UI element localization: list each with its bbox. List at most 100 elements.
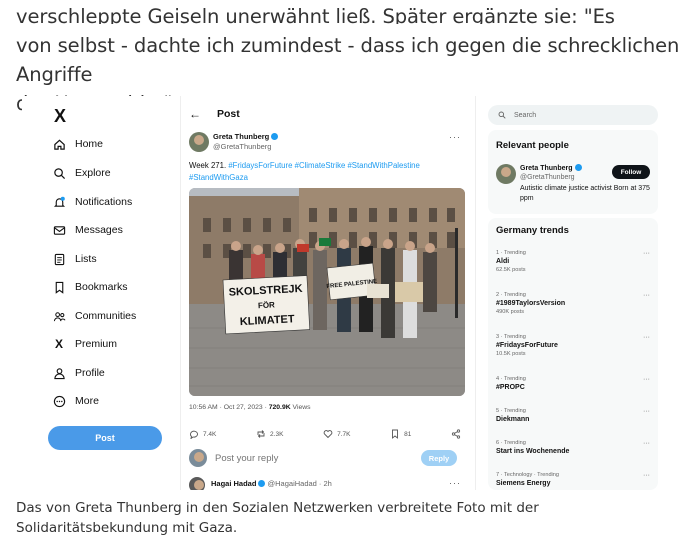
repost-action[interactable]: 2.3K (256, 428, 283, 440)
post-meta: 10:56 AM · Oct 27, 2023 · 720.9K Views (189, 404, 311, 411)
post-button[interactable]: Post (48, 426, 162, 450)
trend-more-icon[interactable]: ··· (643, 292, 650, 299)
trends-title: Germany trends (496, 225, 569, 236)
trend-title: #PROPC (496, 384, 525, 391)
relevant-person-handle: @GretaThunberg (520, 174, 575, 181)
trend-more-icon[interactable]: ··· (643, 408, 650, 415)
trend-title: Aldi (496, 258, 510, 265)
like-count: 7.7K (337, 430, 351, 438)
trend-more-icon[interactable]: ··· (643, 440, 650, 447)
post-text-plain: Week 271. (189, 161, 227, 170)
x-logo[interactable]: X (54, 106, 66, 127)
trend-title: Diekmann (496, 416, 530, 423)
relevant-person-avatar[interactable] (496, 164, 516, 184)
next-reply[interactable]: Hagai Hadad @HagaiHadad · 2h (211, 479, 332, 488)
nav-home[interactable]: Home (52, 134, 103, 154)
post-actions: 7.4K 2.3K 7.7K 81 (189, 428, 465, 440)
bookmark-count: 81 (404, 430, 412, 438)
reply-count: 7.4K (203, 430, 217, 438)
search-icon (52, 166, 66, 180)
post-author[interactable]: Greta Thunberg @GretaThunberg (213, 132, 279, 152)
nav-communities-label: Communities (75, 310, 137, 322)
photo-illustration: SKOLSTREJK FÖR KLIMATET FREE PALESTINE (189, 188, 465, 396)
trend-more-icon[interactable]: ··· (643, 472, 650, 479)
nav-premium-label: Premium (75, 338, 118, 350)
reply-input[interactable] (215, 452, 415, 464)
author-avatar[interactable] (189, 132, 209, 152)
nav-lists-label: Lists (75, 253, 97, 265)
nav-messages[interactable]: Messages (52, 220, 123, 240)
trend-count: 490K posts (496, 309, 524, 315)
heart-icon (323, 430, 333, 439)
left-navigation: X Home Explore Notifications Messages Li… (46, 96, 196, 490)
relevant-person[interactable]: Greta Thunberg @GretaThunberg (520, 164, 582, 182)
next-author-handle: @HagaiHadad · 2h (267, 479, 332, 488)
next-author-avatar[interactable] (189, 477, 205, 490)
bookmark-icon (392, 429, 399, 439)
trend-item[interactable]: 6 · Trending Start ins Wochenende ··· (496, 440, 650, 457)
bookmark-action[interactable]: 81 (390, 428, 411, 440)
post-photo[interactable]: SKOLSTREJK FÖR KLIMATET FREE PALESTINE (189, 188, 465, 396)
reply-button[interactable]: Reply (421, 450, 457, 466)
caption-line-2: Solidaritätsbekundung mit Gaza. (16, 520, 238, 536)
bell-icon (52, 195, 66, 209)
nav-notifications[interactable]: Notifications (52, 192, 132, 212)
search-icon (498, 111, 506, 119)
next-verified-badge-icon (258, 480, 266, 487)
nav-bookmarks-label: Bookmarks (75, 281, 128, 293)
trend-count: 62.5K posts (496, 267, 526, 273)
trend-item[interactable]: 1 · Trending Aldi 62.5K posts ··· (496, 250, 650, 274)
nav-profile[interactable]: Profile (52, 363, 105, 383)
search-bar[interactable]: Search (488, 105, 658, 125)
nav-explore-label: Explore (75, 167, 111, 179)
reply-icon (190, 430, 198, 439)
viewer-avatar (189, 449, 207, 467)
person-icon (52, 366, 66, 380)
trend-more-icon[interactable]: ··· (643, 376, 650, 383)
nav-explore[interactable]: Explore (52, 163, 111, 183)
post-hashtags-1[interactable]: #FridaysForFuture #ClimateStrike #StandW… (228, 161, 420, 170)
article-line-1: verschleppte Geiseln unerwähnt ließ. Spä… (16, 5, 615, 24)
post-more-icon[interactable]: ··· (449, 132, 461, 142)
trend-category: 2 · Trending (496, 292, 526, 298)
like-action[interactable]: 7.7K (323, 428, 350, 440)
repost-count: 2.3K (270, 430, 284, 438)
share-action[interactable] (451, 428, 465, 440)
search-placeholder: Search (514, 111, 537, 119)
nav-lists[interactable]: Lists (52, 249, 97, 269)
caption-line-1: Das von Greta Thunberg in den Sozialen N… (16, 500, 539, 516)
nav-communities[interactable]: Communities (52, 306, 136, 326)
post-hashtags-2[interactable]: #StandWithGaza (189, 172, 461, 184)
next-reply-more-icon[interactable]: ··· (449, 478, 461, 488)
trend-category: 3 · Trending (496, 334, 526, 340)
people-icon (52, 309, 66, 323)
trend-item[interactable]: 4 · Trending #PROPC ··· (496, 376, 650, 393)
trend-item[interactable]: 2 · Trending #1989TaylorsVersion 490K po… (496, 292, 650, 316)
trend-more-icon[interactable]: ··· (643, 334, 650, 341)
trend-item[interactable]: 3 · Trending #FridaysForFuture 10.5K pos… (496, 334, 650, 358)
nav-premium[interactable]: X Premium (52, 334, 117, 354)
post-header-title: Post (217, 108, 240, 120)
nav-home-label: Home (75, 138, 104, 150)
nav-more-label: More (75, 395, 99, 407)
nav-more[interactable]: More (52, 391, 99, 411)
bookmark-icon (52, 280, 66, 294)
trend-item[interactable]: 5 · Trending Diekmann ··· (496, 408, 650, 425)
relevant-person-bio: Autistic climate justice activist Born a… (520, 185, 650, 202)
relevant-people-title: Relevant people (496, 140, 569, 151)
follow-button[interactable]: Follow (612, 165, 650, 179)
trend-category: 1 · Trending (496, 250, 526, 256)
back-arrow-icon[interactable]: ← (189, 107, 201, 121)
trend-item[interactable]: 7 · Technology · Trending Siemens Energy… (496, 472, 650, 489)
nav-notifications-label: Notifications (75, 196, 133, 208)
x-icon: X (54, 337, 63, 351)
image-caption: Das von Greta Thunberg in den Sozialen N… (16, 498, 676, 538)
reply-composer: Reply (189, 448, 465, 468)
article-line-2: von selbst - dachte ich zumindest - dass… (16, 34, 680, 86)
trend-more-icon[interactable]: ··· (643, 250, 650, 257)
reply-action[interactable]: 7.4K (189, 428, 216, 440)
nav-bookmarks[interactable]: Bookmarks (52, 277, 128, 297)
trend-category: 5 · Trending (496, 408, 526, 414)
trend-title: #FridaysForFuture (496, 342, 558, 349)
share-icon (451, 429, 461, 439)
